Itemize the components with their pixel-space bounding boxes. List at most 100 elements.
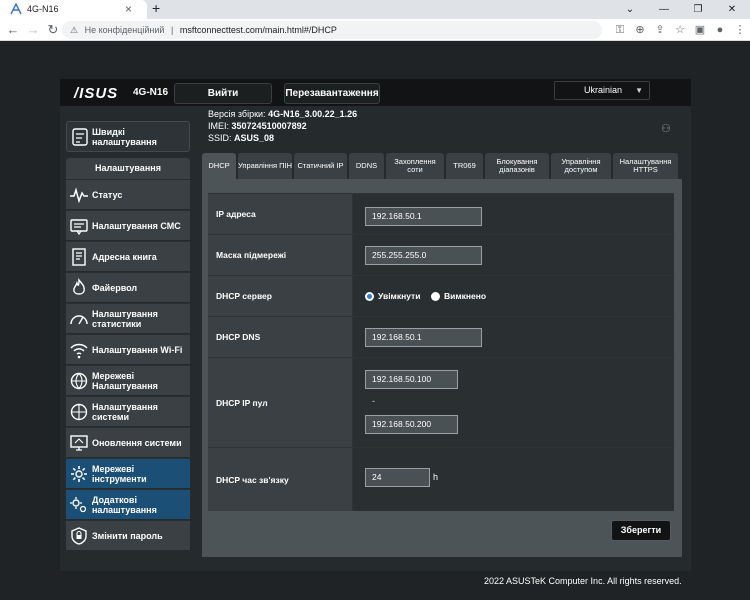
tab-static-ip[interactable]: Статичний IP <box>294 153 347 179</box>
pool-row: DHCP IP пул 192.168.50.100 - 192.168.50.… <box>208 357 674 447</box>
router-page: /ISUS 4G-N16 Вийти Перезавантаження Ukra… <box>0 41 750 600</box>
tab-pin[interactable]: Управління ПІН <box>238 153 292 179</box>
sidebar-item-system[interactable]: Налаштування системи <box>66 396 190 426</box>
dhcp-enable-radio[interactable]: Увімкнути <box>365 276 420 316</box>
browser-tab[interactable]: 4G-N16 × <box>0 0 147 19</box>
tab-https[interactable]: Налаштування HTTPS <box>613 153 678 179</box>
logout-button[interactable]: Вийти <box>174 83 272 104</box>
warning-icon[interactable]: ⚠ <box>70 25 78 35</box>
imei-value: 350724510007892 <box>231 121 307 131</box>
sidebar-item-advanced[interactable]: Додаткові налаштування <box>66 489 190 519</box>
wizard-icon <box>72 128 88 146</box>
sidebar-item-update[interactable]: Оновлення системи <box>66 427 190 457</box>
close-tab-icon[interactable]: × <box>125 2 132 16</box>
dns-row: DHCP DNS 192.168.50.1 <box>208 316 674 357</box>
pool-end-input[interactable]: 192.168.50.200 <box>365 415 458 434</box>
mask-label: Маска підмережі <box>216 250 287 260</box>
zoom-icon[interactable]: ⊕ <box>632 22 648 38</box>
pool-separator: - <box>372 396 375 406</box>
copyright: 2022 ASUSTeK Computer Inc. All rights re… <box>484 576 682 586</box>
close-window-icon[interactable]: ✕ <box>722 4 742 15</box>
subnet-mask-input[interactable]: 255.255.255.0 <box>365 246 482 265</box>
sidebar-item-statistics[interactable]: Налаштування статистики <box>66 303 190 333</box>
sidebar-item-label: Оновлення системи <box>92 438 182 448</box>
dns-input[interactable]: 192.168.50.1 <box>365 328 482 347</box>
sidebar-item-status[interactable]: Статус <box>66 179 190 209</box>
sidebar-item-label: Статус <box>92 190 123 200</box>
sidebar-item-label: Мережеві Налаштування <box>92 371 158 391</box>
mask-row: Маска підмережі 255.255.255.0 <box>208 234 674 275</box>
book-icon <box>72 248 86 266</box>
ip-address-input[interactable]: 192.168.50.1 <box>365 207 482 226</box>
new-tab-icon[interactable]: + <box>152 0 160 16</box>
model-name: 4G-N16 <box>133 87 169 98</box>
tab-band-lock[interactable]: Блокування діапазонів <box>485 153 549 179</box>
share-icon[interactable]: ⇪ <box>652 22 668 38</box>
side-panel-icon[interactable]: ▣ <box>692 22 708 38</box>
tab-access-control[interactable]: Управління доступом <box>551 153 611 179</box>
sidebar-item-network[interactable]: Мережеві Налаштування <box>66 365 190 395</box>
maximize-icon[interactable]: ❐ <box>688 4 708 15</box>
menu-dots-icon[interactable]: ⋮ <box>732 22 748 38</box>
sidebar-item-wifi[interactable]: Налаштування Wi-Fi <box>66 334 190 364</box>
url-field[interactable]: ⚠ Не конфіденційний | msftconnecttest.co… <box>62 21 602 39</box>
dhcp-form: IP адреса 192.168.50.1 Маска підмережі 2… <box>208 193 674 511</box>
pool-cell: 192.168.50.100 - 192.168.50.200 <box>352 358 674 447</box>
minimize-icon[interactable]: — <box>654 4 674 15</box>
device-info: Версія збірки: 4G-N16_3.00.22_1.26 IMEI:… <box>208 108 357 144</box>
tab-bar: DHCP Управління ПІН Статичний IP DDNS За… <box>202 153 682 179</box>
sidebar-item-label: Налаштування СМС <box>92 221 181 231</box>
users-icon[interactable]: ⚇ <box>661 122 671 135</box>
profile-icon[interactable]: ● <box>712 22 728 38</box>
sidebar-item-firewall[interactable]: Файервол <box>66 272 190 302</box>
sidebar-item-label: Додаткові налаштування <box>92 495 157 515</box>
chevron-down-icon[interactable]: ⌄ <box>620 4 640 15</box>
security-label: Не конфіденційний <box>84 25 165 35</box>
radio-selected-icon <box>365 291 374 301</box>
address-bar: ← → ↻ ⚠ Не конфіденційний | msftconnectt… <box>0 19 750 41</box>
sidebar-item-label: Файервол <box>92 283 138 293</box>
tab-cell-lock[interactable]: Захоплення соти <box>386 153 444 179</box>
router-header: /ISUS 4G-N16 Вийти Перезавантаження Ukra… <box>60 79 691 106</box>
language-select[interactable]: Ukrainian ▼ <box>554 81 650 100</box>
lease-unit: h <box>433 472 439 482</box>
sidebar-item-phonebook[interactable]: Адресна книга <box>66 241 190 271</box>
sidebar-item-password[interactable]: Змінити пароль <box>66 520 190 550</box>
browser-tab-strip: 4G-N16 × + ⌄ — ❐ ✕ <box>0 0 750 19</box>
tab-tr069[interactable]: TR069 <box>446 153 483 179</box>
pulse-icon <box>70 187 88 204</box>
back-icon[interactable]: ← <box>4 21 22 39</box>
save-button[interactable]: Зберегти <box>611 520 671 541</box>
sidebar-item-network-tools[interactable]: Мережеві інструменти <box>66 458 190 488</box>
lock-icon <box>71 527 87 545</box>
gears-icon <box>70 497 87 513</box>
dhcp-server-cell: Увімкнути Вимкнено <box>352 276 674 316</box>
settings-header: Налаштування <box>66 158 190 179</box>
globe-gear-icon <box>70 403 88 421</box>
dhcp-settings-panel: IP адреса 192.168.50.1 Маска підмережі 2… <box>202 179 682 557</box>
forward-icon[interactable]: → <box>24 21 42 39</box>
dropdown-arrow-icon: ▼ <box>635 86 643 95</box>
lease-time-input[interactable]: 24 <box>365 468 430 487</box>
bookmark-star-icon[interactable]: ☆ <box>672 22 688 38</box>
build-value: 4G-N16_3.00.22_1.26 <box>268 109 358 119</box>
reload-icon[interactable]: ↻ <box>44 21 62 39</box>
quick-setup-button[interactable]: Швидкі налаштування <box>66 121 190 152</box>
pool-start-input[interactable]: 192.168.50.100 <box>365 370 458 389</box>
tab-ddns[interactable]: DDNS <box>349 153 384 179</box>
key-icon[interactable]: ⚿ <box>612 22 628 38</box>
sidebar-item-label: Налаштування статистики <box>92 309 158 329</box>
mask-cell: 255.255.255.0 <box>352 235 674 275</box>
sidebar-item-sms[interactable]: Налаштування СМС <box>66 210 190 240</box>
tab-dhcp[interactable]: DHCP <box>202 153 236 179</box>
ip-row: IP адреса 192.168.50.1 <box>208 193 674 234</box>
disable-label: Вимкнено <box>444 291 487 301</box>
url-text: msftconnecttest.com/main.html#/DHCP <box>179 25 337 35</box>
router-panel: /ISUS 4G-N16 Вийти Перезавантаження Ukra… <box>60 79 691 571</box>
dhcp-server-label: DHCP сервер <box>216 291 272 301</box>
sidebar-item-label: Налаштування системи <box>92 402 158 422</box>
reboot-button[interactable]: Перезавантаження <box>284 83 380 104</box>
language-value: Ukrainian <box>584 85 623 95</box>
dhcp-disable-radio[interactable]: Вимкнено <box>431 276 486 316</box>
globe-icon <box>70 372 88 390</box>
